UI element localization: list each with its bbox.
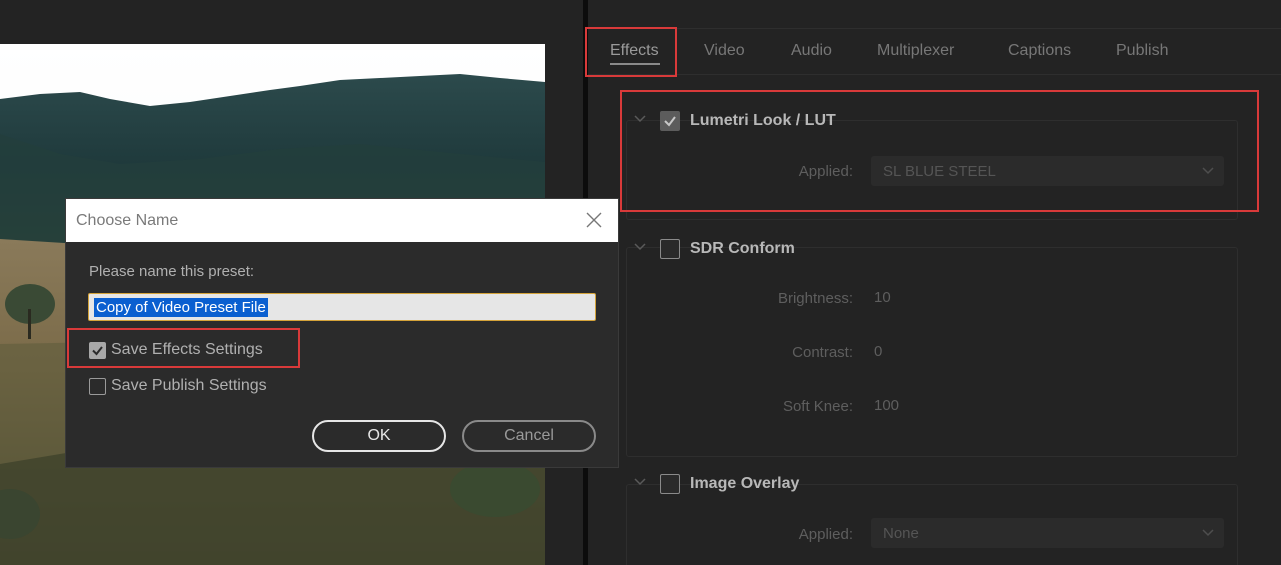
- highlight-effects-tab: [585, 27, 677, 77]
- soft-knee-label: Soft Knee:: [782, 398, 853, 415]
- chevron-down-icon[interactable]: [634, 478, 646, 488]
- preset-name-selected-text: Copy of Video Preset File: [94, 298, 268, 317]
- tab-publish[interactable]: Publish: [1116, 42, 1168, 60]
- soft-knee-value[interactable]: 100: [874, 397, 899, 414]
- app-window: Effects Video Audio Multiplexer Captions…: [0, 0, 1281, 565]
- overlay-applied-label: Applied:: [798, 526, 853, 543]
- tab-video[interactable]: Video: [704, 42, 745, 60]
- highlight-lumetri-section: [620, 90, 1259, 212]
- ok-button[interactable]: OK: [312, 420, 446, 452]
- dropdown-arrow-icon: [1202, 529, 1214, 537]
- dialog-prompt: Please name this preset:: [89, 263, 255, 280]
- settings-tabs: Effects Video Audio Multiplexer Captions…: [588, 30, 1281, 74]
- sdr-conform-section: [626, 247, 1238, 457]
- dialog-title: Choose Name: [76, 212, 179, 229]
- save-publish-checkbox[interactable]: [89, 378, 106, 395]
- cancel-button[interactable]: Cancel: [462, 420, 596, 452]
- divider: [588, 28, 1281, 29]
- brightness-label: Brightness:: [777, 290, 853, 307]
- brightness-value[interactable]: 10: [874, 289, 891, 306]
- export-settings-pane: Effects Video Audio Multiplexer Captions…: [588, 0, 1281, 565]
- image-overlay-title: Image Overlay: [690, 475, 800, 492]
- divider: [588, 74, 1281, 75]
- save-publish-label[interactable]: Save Publish Settings: [111, 377, 267, 395]
- tab-multiplexer[interactable]: Multiplexer: [877, 42, 954, 60]
- chevron-down-icon[interactable]: [634, 243, 646, 253]
- highlight-save-effects: [67, 328, 300, 368]
- sdr-conform-checkbox[interactable]: [660, 239, 680, 259]
- dialog-titlebar[interactable]: Choose Name: [66, 199, 618, 242]
- tab-audio[interactable]: Audio: [791, 42, 832, 60]
- contrast-value[interactable]: 0: [874, 343, 882, 360]
- sdr-conform-title: SDR Conform: [690, 240, 795, 257]
- overlay-applied-value: None: [883, 525, 919, 542]
- tab-captions[interactable]: Captions: [1008, 42, 1071, 60]
- image-overlay-checkbox[interactable]: [660, 474, 680, 494]
- contrast-label: Contrast:: [792, 344, 853, 361]
- preset-name-input[interactable]: Copy of Video Preset File: [88, 293, 596, 321]
- close-icon[interactable]: [585, 211, 603, 229]
- overlay-applied-select[interactable]: None: [871, 518, 1224, 548]
